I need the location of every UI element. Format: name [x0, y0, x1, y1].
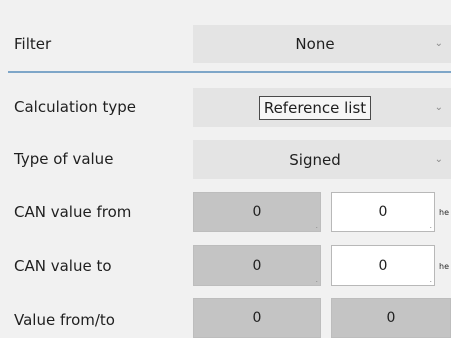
- type-of-value-label: Type of value: [14, 150, 114, 168]
- resize-grip-icon: .: [315, 275, 318, 284]
- resize-grip-icon: .: [315, 221, 318, 230]
- value-to-value: 0: [386, 310, 396, 326]
- can-value-from-label: CAN value from: [14, 203, 132, 221]
- chevron-down-icon[interactable]: ⌄: [435, 153, 443, 164]
- filter-value: None: [295, 35, 335, 53]
- calculation-type-dropdown[interactable]: Reference list ⌄: [193, 88, 451, 127]
- section-separator: [8, 71, 451, 73]
- value-from-value: 0: [252, 310, 262, 326]
- can-value-to-min-value: 0: [252, 257, 262, 274]
- can-value-to-label: CAN value to: [14, 257, 112, 275]
- value-from-field: 0: [193, 298, 321, 338]
- can-value-from-unit: he: [439, 208, 449, 217]
- can-value-from-input-value: 0: [378, 204, 388, 220]
- can-value-to-min-field: 0 .: [193, 245, 321, 286]
- value-to-field: 0: [331, 298, 451, 338]
- can-value-from-min-field: 0 .: [193, 192, 321, 232]
- type-of-value-value: Signed: [289, 150, 341, 169]
- can-value-to-input[interactable]: 0 .: [331, 245, 435, 286]
- type-of-value-dropdown[interactable]: Signed ⌄: [193, 140, 451, 179]
- calculation-type-value: Reference list: [258, 95, 372, 120]
- filter-dropdown[interactable]: None ⌄: [193, 25, 451, 63]
- can-value-to-unit: he: [439, 262, 449, 271]
- filter-label: Filter: [14, 35, 52, 53]
- chevron-down-icon[interactable]: ⌄: [435, 38, 443, 49]
- calculation-type-label: Calculation type: [14, 98, 136, 116]
- can-value-from-input[interactable]: 0 .: [331, 192, 435, 232]
- can-value-to-input-value: 0: [378, 257, 388, 274]
- can-value-from-min-value: 0: [252, 204, 262, 220]
- resize-grip-icon: .: [429, 275, 432, 284]
- resize-grip-icon: .: [429, 221, 432, 230]
- chevron-down-icon[interactable]: ⌄: [435, 101, 443, 112]
- value-from-to-label: Value from/to: [14, 311, 115, 329]
